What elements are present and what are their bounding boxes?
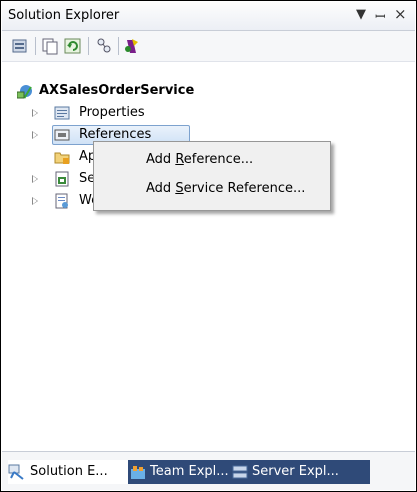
tab-label: Solution E... [30,464,108,479]
tab-label: Team Expl... [150,464,229,479]
pin-icon[interactable]: ꟷ [375,7,386,25]
show-all-files-icon[interactable] [41,37,59,55]
solution-tree: AXSalesOrderService Properties Reference… [2,62,415,447]
nested-related-files-icon[interactable] [123,37,141,55]
project-name: AXSalesOrderService [39,83,195,98]
expand-icon[interactable] [32,197,38,205]
dropdown-icon[interactable]: ▼ [356,7,366,22]
expand-icon[interactable] [32,109,38,117]
title-bar[interactable]: Solution Explorer ▼ ꟷ × [2,2,415,31]
menu-accelerator: S [175,181,184,196]
folder-icon [54,149,70,165]
toolbar-separator [35,37,36,55]
toolbar-separator [118,37,119,55]
solution-explorer-icon [8,464,24,480]
close-icon[interactable]: × [394,5,407,23]
refresh-icon[interactable] [64,37,82,55]
menu-item-text: eference... [183,152,254,167]
web-project-icon [16,83,33,99]
expand-icon[interactable] [32,175,38,183]
config-file-icon [54,193,70,209]
context-menu: Add Reference... Add Service Reference..… [93,141,331,211]
menu-item-add-service-reference[interactable]: Add Service Reference... [146,178,305,200]
properties-folder-icon [54,105,70,121]
window-title: Solution Explorer [8,8,120,23]
tab-label: Server Expl... [252,464,339,479]
tab-server-explorer[interactable]: Server Expl... [230,460,370,484]
menu-item-text: Add [146,152,176,167]
toolbar-separator [88,37,89,55]
tab-solution-explorer[interactable]: Solution E... [8,460,148,484]
toolbar [2,31,415,62]
solution-explorer-window: Solution Explorer ▼ ꟷ × AXSalesOrderServ [0,0,417,492]
properties-icon[interactable] [11,37,29,55]
svc-file-icon [54,171,70,187]
view-class-diagram-icon[interactable] [95,37,113,55]
expand-icon[interactable] [32,131,38,139]
references-folder-icon [54,127,70,143]
menu-accelerator: R [175,152,184,167]
bottom-tab-bar: Solution E... Team Expl... Server Expl..… [2,451,415,490]
menu-item-text: ervice Reference... [183,181,306,196]
tree-item-label: Properties [79,105,145,120]
team-explorer-icon [130,464,146,480]
menu-item-add-reference[interactable]: Add Reference... [146,149,253,171]
server-explorer-icon [232,464,248,480]
menu-item-text: Add [146,181,176,196]
